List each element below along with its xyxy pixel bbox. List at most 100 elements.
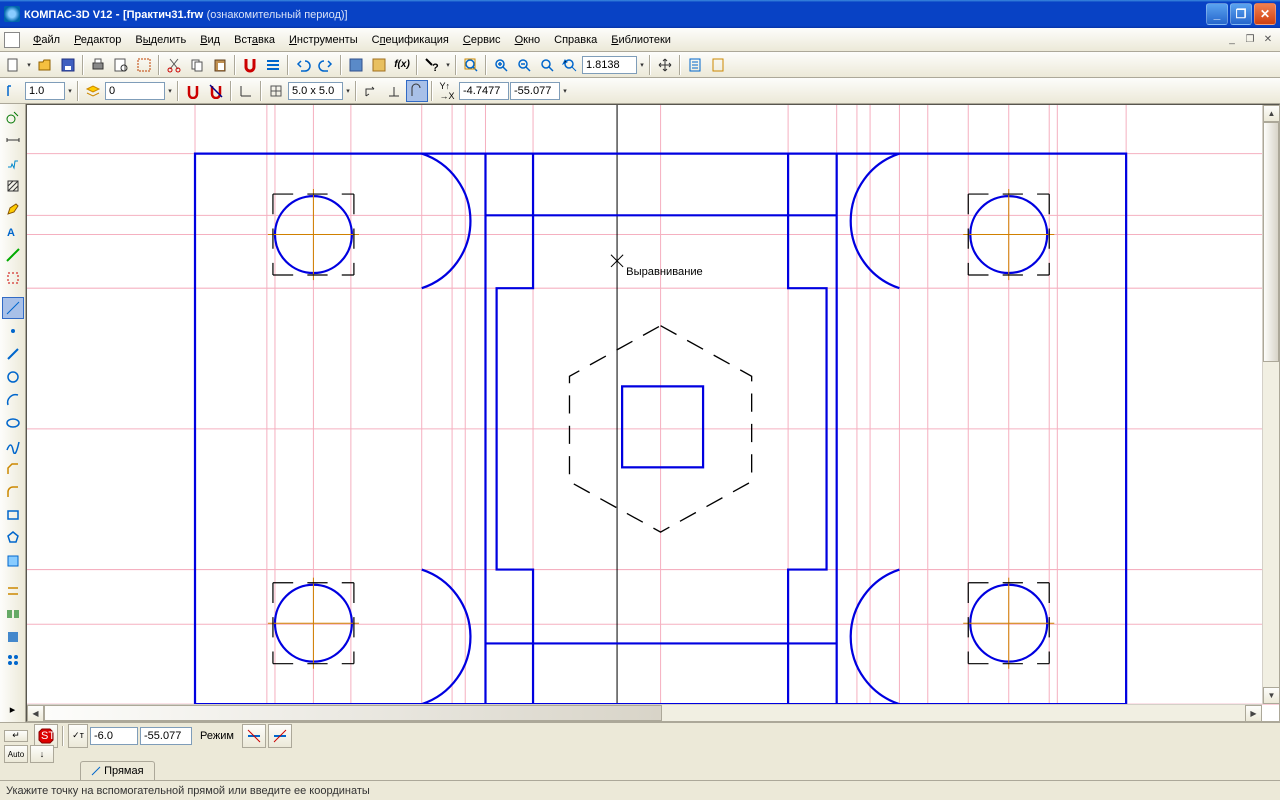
tab-line[interactable]: Прямая bbox=[80, 761, 155, 780]
manager-button[interactable] bbox=[345, 54, 367, 76]
menu-insert[interactable]: Вставка bbox=[227, 31, 282, 49]
vertical-scrollbar[interactable]: ▲ ▼ bbox=[1262, 105, 1279, 704]
tool-edit[interactable] bbox=[2, 198, 24, 220]
tool-hatch[interactable] bbox=[2, 175, 24, 197]
line-style-button[interactable] bbox=[2, 80, 24, 102]
menu-libs[interactable]: Библиотеки bbox=[604, 31, 678, 49]
help-button[interactable]: ? bbox=[421, 54, 443, 76]
snap-on-button[interactable] bbox=[182, 80, 204, 102]
new-dropdown[interactable]: ▾ bbox=[25, 54, 33, 76]
tool-point[interactable] bbox=[2, 320, 24, 342]
print-area-button[interactable] bbox=[133, 54, 155, 76]
menu-file[interactable]: Файл bbox=[26, 31, 67, 49]
menu-spec[interactable]: Спецификация bbox=[365, 31, 456, 49]
fx-button[interactable]: f(x) bbox=[391, 54, 413, 76]
menu-window[interactable]: Окно bbox=[508, 31, 548, 49]
ortho-button[interactable] bbox=[360, 80, 382, 102]
save-button[interactable] bbox=[57, 54, 79, 76]
print-button[interactable] bbox=[87, 54, 109, 76]
menu-select[interactable]: Выделить bbox=[128, 31, 193, 49]
prop-xy-toggle[interactable]: ✓т bbox=[68, 724, 88, 748]
menu-help[interactable]: Справка bbox=[547, 31, 604, 49]
tool-fill[interactable] bbox=[2, 626, 24, 648]
zoom-fit-button[interactable] bbox=[460, 54, 482, 76]
help-dropdown[interactable]: ▾ bbox=[444, 54, 452, 76]
refresh-button[interactable] bbox=[684, 54, 706, 76]
mdi-restore-button[interactable]: ❐ bbox=[1242, 33, 1258, 47]
copy-button[interactable] bbox=[186, 54, 208, 76]
cut-button[interactable] bbox=[163, 54, 185, 76]
tool-param[interactable]: A bbox=[2, 221, 24, 243]
pan-button[interactable] bbox=[654, 54, 676, 76]
coord-x-input[interactable] bbox=[459, 82, 509, 100]
tool-contour[interactable] bbox=[2, 550, 24, 572]
layer-input[interactable] bbox=[105, 82, 165, 100]
undo-button[interactable] bbox=[292, 54, 314, 76]
paste-button[interactable] bbox=[209, 54, 231, 76]
zoom-prev-button[interactable] bbox=[559, 54, 581, 76]
tool-circle[interactable] bbox=[2, 366, 24, 388]
hscroll-thumb[interactable] bbox=[44, 705, 662, 721]
horizontal-scrollbar[interactable]: ◀ ▶ bbox=[27, 704, 1262, 721]
coord-y-input[interactable] bbox=[510, 82, 560, 100]
mdi-minimize-button[interactable]: _ bbox=[1224, 33, 1240, 47]
tool-polygon[interactable] bbox=[2, 527, 24, 549]
redo-button[interactable] bbox=[315, 54, 337, 76]
scroll-left-button[interactable]: ◀ bbox=[27, 705, 44, 722]
tool-spline[interactable] bbox=[2, 435, 24, 457]
tool-ellipse[interactable] bbox=[2, 412, 24, 434]
tool-equidistant[interactable] bbox=[2, 580, 24, 602]
variables-button[interactable] bbox=[368, 54, 390, 76]
tool-fillet[interactable] bbox=[2, 481, 24, 503]
tool-select[interactable] bbox=[2, 267, 24, 289]
tool-arc[interactable] bbox=[2, 389, 24, 411]
zoom-dropdown[interactable]: ▾ bbox=[638, 54, 646, 76]
tool-patterns[interactable] bbox=[2, 649, 24, 671]
scroll-down-button[interactable]: ▼ bbox=[1263, 687, 1280, 704]
tool-chamfer[interactable] bbox=[2, 458, 24, 480]
line-weight-dropdown[interactable]: ▾ bbox=[66, 80, 74, 102]
drawing-canvas[interactable]: Выравнивание bbox=[26, 104, 1280, 722]
snap-off-button[interactable] bbox=[205, 80, 227, 102]
layer-button[interactable] bbox=[82, 80, 104, 102]
menu-view[interactable]: Вид bbox=[193, 31, 227, 49]
tool-collect[interactable] bbox=[2, 603, 24, 625]
tool-measure[interactable] bbox=[2, 244, 24, 266]
close-button[interactable]: ✕ bbox=[1254, 3, 1276, 25]
scroll-up-button[interactable]: ▲ bbox=[1263, 105, 1280, 122]
tool-geometry[interactable] bbox=[2, 106, 24, 128]
mode-horiz-button[interactable] bbox=[242, 724, 266, 748]
perp-button[interactable] bbox=[383, 80, 405, 102]
tool-dimension[interactable] bbox=[2, 129, 24, 151]
prop-x-input[interactable] bbox=[90, 727, 138, 745]
toolbox-expand[interactable]: ▸ bbox=[2, 698, 24, 720]
axis-button[interactable] bbox=[235, 80, 257, 102]
menu-service[interactable]: Сервис bbox=[456, 31, 508, 49]
scroll-right-button[interactable]: ▶ bbox=[1245, 705, 1262, 722]
tool-rect[interactable] bbox=[2, 504, 24, 526]
properties-button[interactable] bbox=[262, 54, 284, 76]
grid-dropdown[interactable]: ▾ bbox=[344, 80, 352, 102]
magnet-button[interactable] bbox=[239, 54, 261, 76]
tool-aux-line[interactable] bbox=[2, 297, 24, 319]
prop-y-input[interactable] bbox=[140, 727, 192, 745]
prop-create-button[interactable]: ↵ bbox=[4, 730, 28, 742]
new-button[interactable] bbox=[2, 54, 24, 76]
prop-stop-button[interactable]: STOP bbox=[34, 724, 58, 748]
tool-text[interactable] bbox=[2, 152, 24, 174]
menu-editor[interactable]: Редактор bbox=[67, 31, 128, 49]
zoom-out-button[interactable] bbox=[513, 54, 535, 76]
minimize-button[interactable]: _ bbox=[1206, 3, 1228, 25]
coord-dropdown[interactable]: ▾ bbox=[561, 80, 569, 102]
zoom-input[interactable] bbox=[582, 56, 637, 74]
layer-dropdown[interactable]: ▾ bbox=[166, 80, 174, 102]
rebuild-button[interactable] bbox=[707, 54, 729, 76]
grid-input[interactable] bbox=[288, 82, 343, 100]
open-button[interactable] bbox=[34, 54, 56, 76]
round-button[interactable] bbox=[406, 80, 428, 102]
zoom-window-button[interactable] bbox=[536, 54, 558, 76]
mode-vert-button[interactable] bbox=[268, 724, 292, 748]
preview-button[interactable] bbox=[110, 54, 132, 76]
grid-button[interactable] bbox=[265, 80, 287, 102]
mdi-close-button[interactable]: ✕ bbox=[1260, 33, 1276, 47]
